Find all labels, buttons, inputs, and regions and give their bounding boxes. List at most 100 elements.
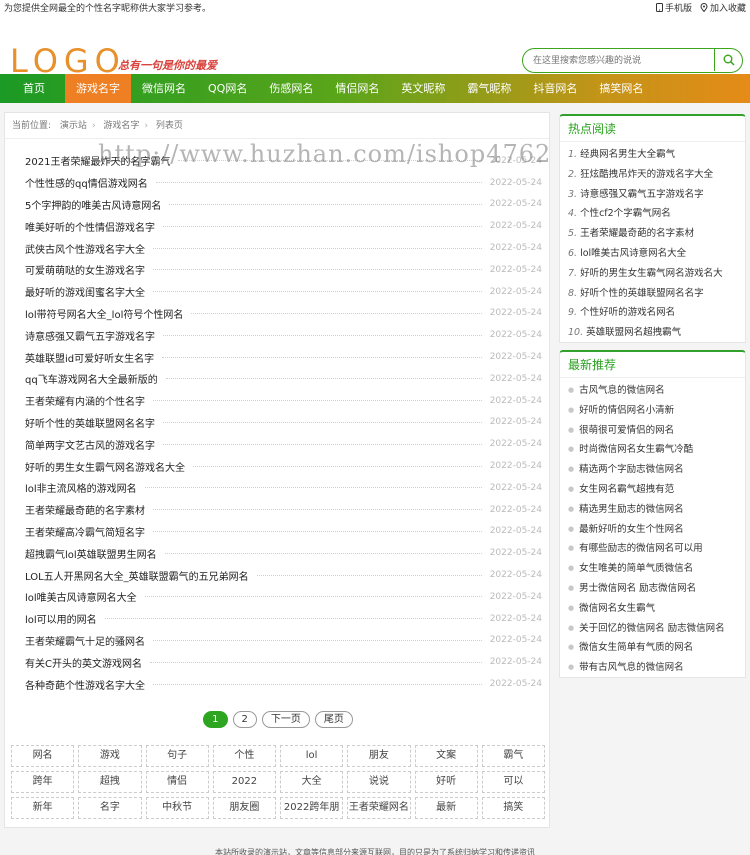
list-item[interactable]: 3. 诗意感强又霸气五字游戏名字: [568, 185, 745, 205]
tag-link[interactable]: 游戏: [78, 745, 142, 767]
list-item[interactable]: 1. 经典网名男生大全霸气: [568, 145, 745, 165]
search-button[interactable]: [714, 49, 742, 71]
list-item[interactable]: 最新好听的女生个性网名: [568, 520, 745, 540]
article-title[interactable]: 可爱萌萌哒的女生游戏名字: [25, 262, 149, 278]
tag-link[interactable]: 情侣: [145, 771, 209, 793]
tag-link[interactable]: 好听: [414, 771, 478, 793]
list-item[interactable]: 5. 王者荣耀最奇葩的名字素材: [568, 224, 745, 244]
tag-link[interactable]: 王者荣耀网名: [347, 797, 411, 819]
list-item: lol非主流风格的游戏网名 2022-05-24: [25, 477, 542, 499]
nav-funny-names[interactable]: 搞笑网名: [588, 74, 654, 103]
tag-link[interactable]: 新年: [11, 797, 75, 819]
list-item[interactable]: 女生唯美的简单气质微信名: [568, 559, 745, 579]
next-page-button[interactable]: 下一页: [261, 711, 310, 728]
nav-wechat-names[interactable]: 微信网名: [131, 74, 197, 103]
article-title[interactable]: lol唯美古风诗意网名大全: [25, 589, 141, 605]
list-item[interactable]: 7. 好听的男生女生霸气网名游戏名大: [568, 264, 745, 284]
nav-english-names[interactable]: 英文昵称: [390, 74, 456, 103]
article-title[interactable]: 英雄联盟id可爱好听女生名字: [25, 349, 159, 365]
article-title[interactable]: 武侠古风个性游戏名字大全: [25, 240, 149, 256]
list-item: 王者荣耀霸气十足的骚网名 2022-05-24: [25, 630, 542, 652]
tag-link[interactable]: 朋友: [347, 745, 411, 767]
list-item: 王者荣耀有内涵的个性名字 2022-05-24: [25, 390, 542, 412]
list-item[interactable]: 10. 英雄联盟网名超拽霸气: [568, 323, 745, 343]
tag-link[interactable]: 说说: [347, 771, 411, 793]
list-item[interactable]: 精选男生励志的微信网名: [568, 500, 745, 520]
list-item[interactable]: 很萌很可爱情侣的网名: [568, 421, 745, 441]
article-title[interactable]: lol非主流风格的游戏网名: [25, 480, 141, 496]
list-item[interactable]: 8. 好听个性的英雄联盟网名名字: [568, 284, 745, 304]
article-title[interactable]: LOL五人开黑网名大全_英雄联盟霸气的五兄弟网名: [25, 567, 253, 583]
nav-home[interactable]: 首页: [0, 74, 65, 103]
list-item[interactable]: 6. lol唯美古风诗意网名大全: [568, 244, 745, 264]
tag-link[interactable]: 超拽: [78, 771, 142, 793]
nav-qq-names[interactable]: QQ网名: [197, 74, 258, 103]
tag-link[interactable]: 名字: [78, 797, 142, 819]
article-title[interactable]: 各种奇葩个性游戏名字大全: [25, 676, 149, 692]
article-title[interactable]: 超拽霸气lol英雄联盟男生网名: [25, 545, 161, 561]
list-item: 好听个性的英雄联盟网名名字 2022-05-24: [25, 412, 542, 434]
list-item[interactable]: 9. 个性好听的游戏名网名: [568, 303, 745, 323]
article-title[interactable]: qq飞车游戏网名大全最新版的: [25, 371, 162, 387]
list-item[interactable]: 带有古风气息的微信网名: [568, 658, 745, 678]
tag-link[interactable]: 中秋节: [145, 797, 209, 819]
article-title[interactable]: lol带符号网名大全_lol符号个性网名: [25, 305, 188, 321]
list-item[interactable]: 好听的情侣网名小清新: [568, 401, 745, 421]
page-1-button[interactable]: 1: [203, 711, 228, 728]
article-title[interactable]: 诗意感强又霸气五字游戏名字: [25, 327, 159, 343]
tag-link[interactable]: 朋友圈: [212, 797, 276, 819]
tag-link[interactable]: 霸气: [481, 745, 545, 767]
breadcrumb-home[interactable]: 演示站: [60, 121, 87, 131]
list-item[interactable]: 女生网名霸气超拽有范: [568, 480, 745, 500]
list-item[interactable]: 男士微信网名 励志微信网名: [568, 579, 745, 599]
article-date: 2022-05-24: [485, 679, 542, 690]
nav-couple-names[interactable]: 情侣网名: [324, 74, 390, 103]
tag-link[interactable]: 跨年: [11, 771, 75, 793]
tag-link[interactable]: 可以: [481, 771, 545, 793]
tag-link[interactable]: 句子: [145, 745, 209, 767]
list-item[interactable]: 微信网名女生霸气: [568, 599, 745, 619]
article-title[interactable]: 简单两字文艺古风的游戏名字: [25, 436, 159, 452]
article-title[interactable]: lol可以用的网名: [25, 611, 101, 627]
list-item[interactable]: 关于回忆的微信网名 励志微信网名: [568, 619, 745, 639]
page-2-button[interactable]: 2: [232, 711, 257, 728]
tag-link[interactable]: 2022跨年朋: [280, 797, 344, 819]
list-item[interactable]: 有哪些励志的微信网名可以用: [568, 539, 745, 559]
last-page-button[interactable]: 尾页: [314, 711, 353, 728]
list-item[interactable]: 微信女生简单有气质的网名: [568, 638, 745, 658]
tag-link[interactable]: 搞笑: [481, 797, 545, 819]
tag-link[interactable]: 大全: [280, 771, 344, 793]
tag-link[interactable]: lol: [280, 745, 344, 767]
list-item[interactable]: 时尚微信网名女生霸气冷酷: [568, 440, 745, 460]
article-title[interactable]: 好听个性的英雄联盟网名名字: [25, 414, 159, 430]
favorite-link[interactable]: 加入收藏: [700, 1, 746, 14]
tag-link[interactable]: 2022: [212, 771, 276, 793]
list-item: 唯美好听的个性情侣游戏名字 2022-05-24: [25, 215, 542, 237]
breadcrumb-category[interactable]: 游戏名字: [103, 121, 139, 131]
tag-link[interactable]: 文案: [414, 745, 478, 767]
article-title[interactable]: 唯美好听的个性情侣游戏名字: [25, 218, 159, 234]
nav-game-names[interactable]: 游戏名字: [65, 74, 131, 103]
article-title[interactable]: 王者荣耀霸气十足的骚网名: [25, 632, 149, 648]
list-item[interactable]: 4. 个性cf2个字霸气网名: [568, 204, 745, 224]
nav-douyin-names[interactable]: 抖音网名: [522, 74, 588, 103]
article-title[interactable]: 5个字押韵的唯美古风诗意网名: [25, 196, 166, 212]
nav-domineering-names[interactable]: 霸气昵称: [456, 74, 522, 103]
article-title[interactable]: 2021王者荣耀最炸天的名字霸气: [25, 153, 175, 169]
list-item[interactable]: 古风气息的微信网名: [568, 381, 745, 401]
article-title[interactable]: 有关C开头的英文游戏网名: [25, 654, 146, 670]
article-title[interactable]: 王者荣耀高冷霸气简短名字: [25, 523, 149, 539]
tag-link[interactable]: 网名: [11, 745, 75, 767]
search-input[interactable]: [533, 52, 708, 69]
article-title[interactable]: 最好听的游戏闺蜜名字大全: [25, 284, 149, 300]
article-title[interactable]: 个性性感的qq情侣游戏网名: [25, 175, 152, 191]
article-title[interactable]: 王者荣耀有内涵的个性名字: [25, 393, 149, 409]
list-item[interactable]: 2. 狂炫酷拽吊炸天的游戏名字大全: [568, 165, 745, 185]
article-title[interactable]: 王者荣耀最奇葩的名字素材: [25, 502, 149, 518]
article-title[interactable]: 好听的男生女生霸气网名游戏名大全: [25, 458, 189, 474]
tag-link[interactable]: 个性: [212, 745, 276, 767]
nav-sad-names[interactable]: 伤感网名: [258, 74, 324, 103]
list-item[interactable]: 精选两个字励志微信网名: [568, 460, 745, 480]
tag-link[interactable]: 最新: [414, 797, 478, 819]
mobile-link[interactable]: 手机版: [655, 1, 692, 14]
